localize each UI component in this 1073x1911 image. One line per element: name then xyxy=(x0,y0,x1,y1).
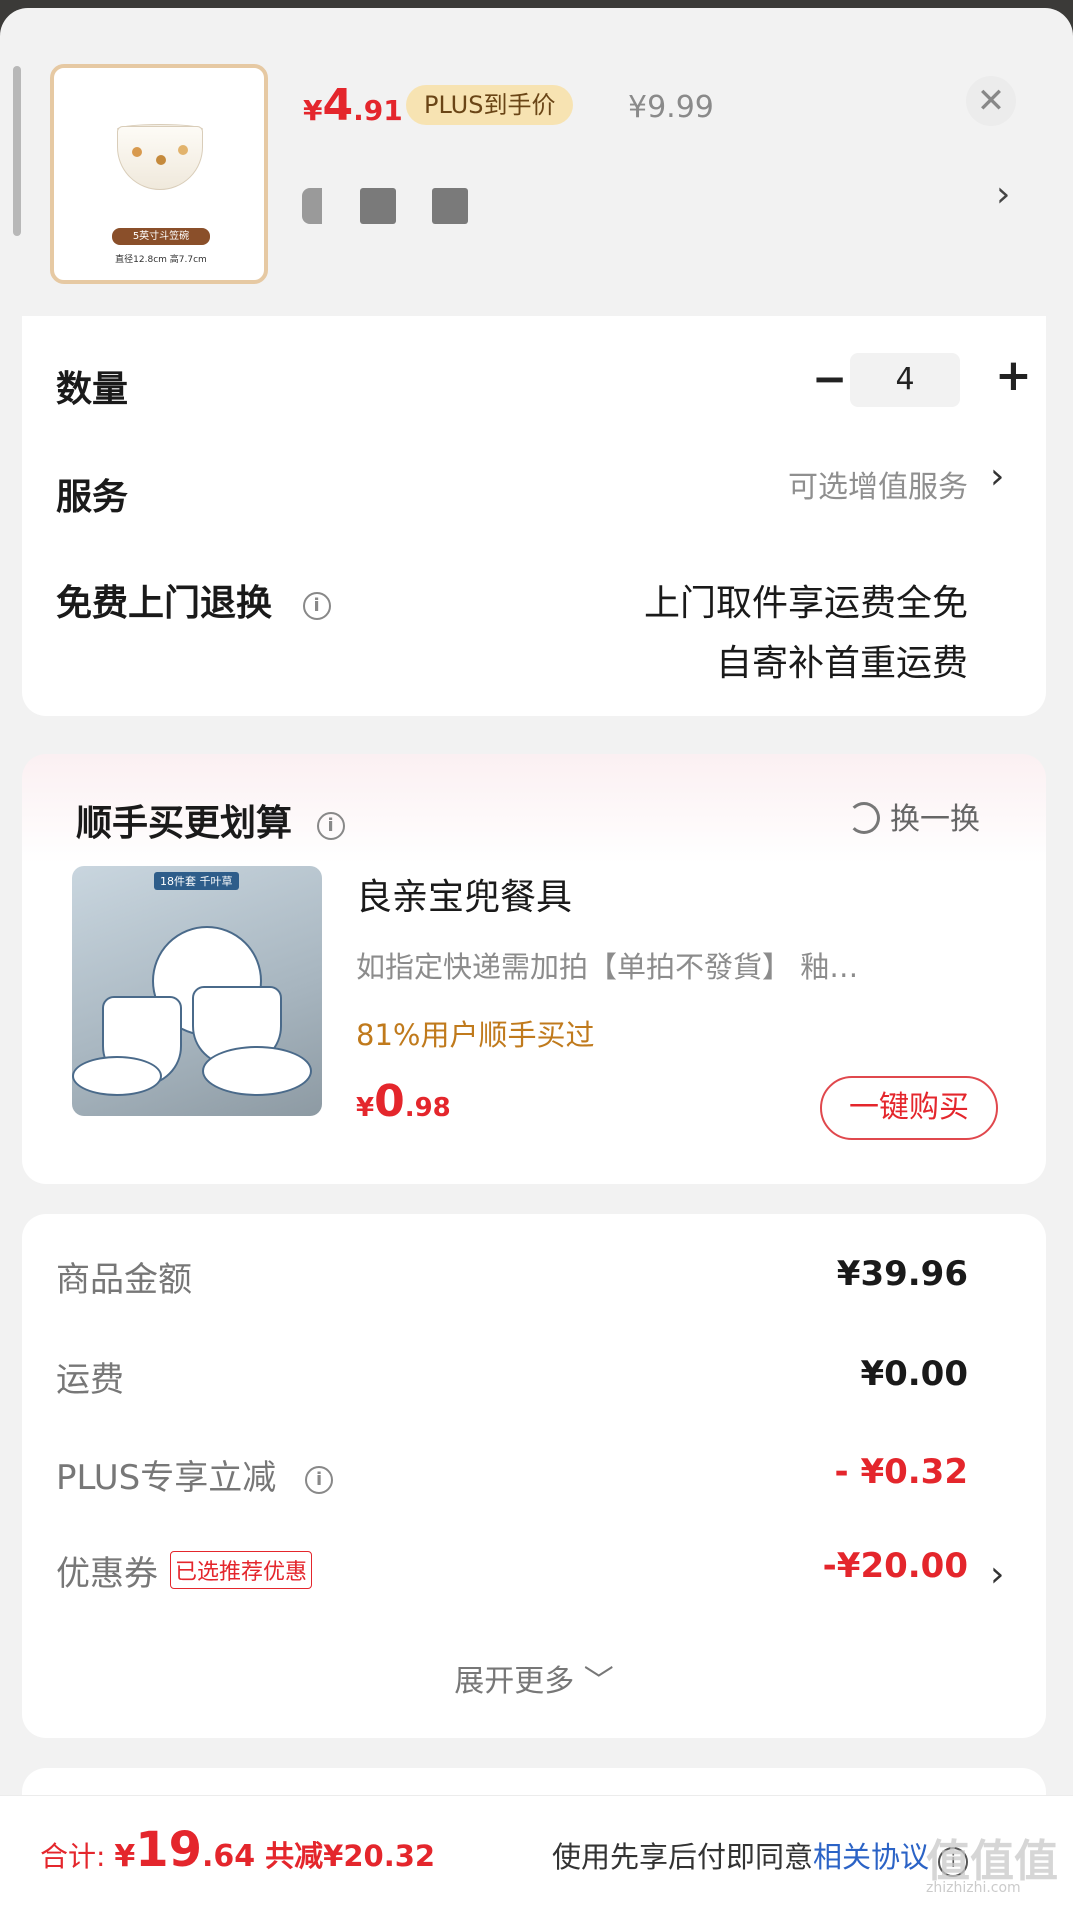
price-integer: 0 xyxy=(374,1076,405,1127)
total-label: 合计: xyxy=(40,1840,115,1873)
plus-discount-value: - ¥0.32 xyxy=(834,1452,969,1492)
plus-price-badge: PLUS到手价 xyxy=(406,85,574,125)
agreement-link[interactable]: 相关协议 xyxy=(813,1840,929,1874)
total-savings: 共减¥20.32 xyxy=(265,1839,436,1873)
thumbnail-dimensions: 直径12.8cm 高7.7cm xyxy=(115,255,207,265)
recommendation-title-text: 顺手买更划算 xyxy=(76,803,293,844)
checkout-bottom-bar: 合计: ¥19.64 共减¥20.32 使用先享后付即同意相关协议 i xyxy=(0,1795,1073,1911)
close-icon: ✕ xyxy=(976,81,1006,121)
bowl-pattern-dot xyxy=(156,155,166,165)
price-currency: ¥ xyxy=(356,1093,375,1123)
info-icon[interactable]: i xyxy=(302,592,331,620)
total-integer: 19 xyxy=(135,1822,203,1878)
chevron-right-icon[interactable]: › xyxy=(990,456,1004,497)
plate-graphic xyxy=(72,1056,162,1096)
total-decimal: .64 xyxy=(202,1839,256,1874)
refresh-icon xyxy=(848,802,880,834)
plus-discount-label: PLUS专享立减 i xyxy=(56,1450,334,1499)
checkout-sheet: 5英寸斗笠碗 直径12.8cm 高7.7cm ¥4.91 PLUS到手价 ¥9.… xyxy=(0,8,1073,1911)
product-thumbnail[interactable]: 5英寸斗笠碗 直径12.8cm 高7.7cm xyxy=(50,64,268,284)
free-return-label: 免费上门退换 i xyxy=(56,574,331,626)
close-button[interactable]: ✕ xyxy=(966,76,1016,126)
price-breakdown-card: 商品金额 ¥39.96 运费 ¥0.00 PLUS专享立减 i - ¥0.32 … xyxy=(22,1214,1046,1738)
recommended-product-name[interactable]: 良亲宝兜餐具 xyxy=(356,868,572,920)
coupon-text: 优惠券 xyxy=(56,1554,158,1594)
plus-price: ¥4.91 xyxy=(303,80,403,131)
quantity-input[interactable]: 4 xyxy=(850,353,960,407)
chevron-right-icon[interactable]: › xyxy=(996,174,1010,215)
agreement-text: 使用先享后付即同意 xyxy=(552,1840,814,1874)
plate-graphic xyxy=(202,1046,312,1096)
bowl-graphic xyxy=(117,126,203,190)
bowl-pattern-dot xyxy=(178,145,188,155)
info-icon[interactable]: i xyxy=(305,1466,334,1494)
price-decimal: .91 xyxy=(353,94,403,127)
free-return-text: 免费上门退换 xyxy=(56,583,273,624)
recommended-product-price: ¥0.98 xyxy=(356,1076,451,1127)
product-header: 5英寸斗笠碗 直径12.8cm 高7.7cm ¥4.91 PLUS到手价 ¥9.… xyxy=(0,8,1073,318)
goods-amount-label: 商品金额 xyxy=(56,1260,192,1300)
recommended-product-desc: 如指定快递需加拍【单拍不發貨】 釉… xyxy=(356,950,859,984)
service-label: 服务 xyxy=(56,477,129,518)
shipping-label: 运费 xyxy=(56,1360,124,1400)
watermark-url: zhizhizhi.com xyxy=(926,1880,1021,1896)
recommended-product-stat: 81%用户顺手买过 xyxy=(356,1018,595,1052)
plus-discount-text: PLUS专享立减 xyxy=(56,1458,277,1498)
order-total: 合计: ¥19.64 共减¥20.32 xyxy=(40,1822,435,1878)
shipping-value: ¥0.00 xyxy=(860,1354,968,1394)
selected-spec-swatch[interactable] xyxy=(302,188,322,224)
service-value[interactable]: 可选增值服务 xyxy=(788,462,968,506)
order-options-card: 数量 − 4 + 服务 可选增值服务 › 免费上门退换 i 上门取件享运费全免 … xyxy=(22,316,1046,716)
coupon-label: 优惠券 已选推荐优惠 xyxy=(56,1546,313,1595)
recommended-product-image[interactable]: 18件套 千叶草 xyxy=(72,866,322,1116)
selected-spec-swatch[interactable] xyxy=(432,188,468,224)
expand-more-button[interactable]: 展开更多 ﹀ xyxy=(22,1656,1046,1700)
coupon-recommended-tag: 已选推荐优惠 xyxy=(170,1551,313,1589)
chevron-right-icon[interactable]: › xyxy=(990,1554,1004,1595)
one-click-buy-button[interactable]: 一键购买 xyxy=(820,1076,998,1140)
quantity-increase-button[interactable]: + xyxy=(995,350,1032,401)
recommendation-title: 顺手买更划算 i xyxy=(76,794,345,846)
goods-amount-value: ¥39.96 xyxy=(836,1254,968,1294)
coupon-value[interactable]: -¥20.00 xyxy=(823,1546,968,1586)
price-decimal: .98 xyxy=(404,1093,451,1123)
info-icon[interactable]: i xyxy=(316,812,345,840)
total-currency: ¥ xyxy=(114,1839,136,1874)
recommendation-card: 顺手买更划算 i 换一换 18件套 千叶草 良亲宝兜餐具 如指定快递需加拍【单拍… xyxy=(22,754,1046,1184)
price-integer: 4 xyxy=(322,80,354,131)
bowl-pattern-dot xyxy=(132,147,142,157)
swap-label: 换一换 xyxy=(890,802,980,837)
original-price: ¥9.99 xyxy=(628,90,714,125)
quantity-label: 数量 xyxy=(56,369,129,410)
image-set-label: 18件套 千叶草 xyxy=(154,872,239,890)
selected-spec-swatch[interactable] xyxy=(360,188,396,224)
quantity-decrease-button[interactable]: − xyxy=(812,354,847,403)
swap-button[interactable]: 换一换 xyxy=(848,794,980,838)
price-currency: ¥ xyxy=(303,94,323,127)
pay-later-agreement: 使用先享后付即同意相关协议 i xyxy=(552,1834,969,1877)
return-pickup-text: 上门取件享运费全免 xyxy=(643,583,968,624)
return-self-ship-text: 自寄补首重运费 xyxy=(715,643,968,684)
thumbnail-size-tag: 5英寸斗笠碗 xyxy=(112,228,210,245)
